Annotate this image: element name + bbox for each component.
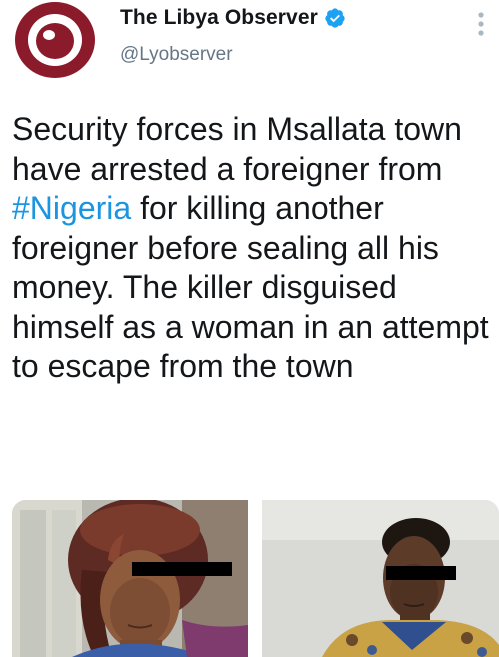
- display-name[interactable]: The Libya Observer: [120, 6, 318, 30]
- display-name-row: The Libya Observer: [120, 3, 346, 33]
- photo-right[interactable]: [262, 500, 499, 657]
- more-options-icon[interactable]: [474, 10, 488, 40]
- handle[interactable]: @Lyobserver: [120, 44, 233, 66]
- hashtag-link[interactable]: #Nigeria: [12, 190, 131, 226]
- tweet-header: The Libya Observer @Lyobserver: [0, 0, 499, 90]
- libya-observer-logo-icon: [15, 2, 95, 78]
- media-grid: [12, 500, 499, 657]
- verified-badge-icon: [324, 7, 346, 29]
- avatar[interactable]: [12, 0, 98, 80]
- photo-left[interactable]: [12, 500, 248, 657]
- tweet-text-part1: Security forces in Msallata town have ar…: [12, 111, 462, 187]
- tweet-text: Security forces in Msallata town have ar…: [12, 110, 492, 387]
